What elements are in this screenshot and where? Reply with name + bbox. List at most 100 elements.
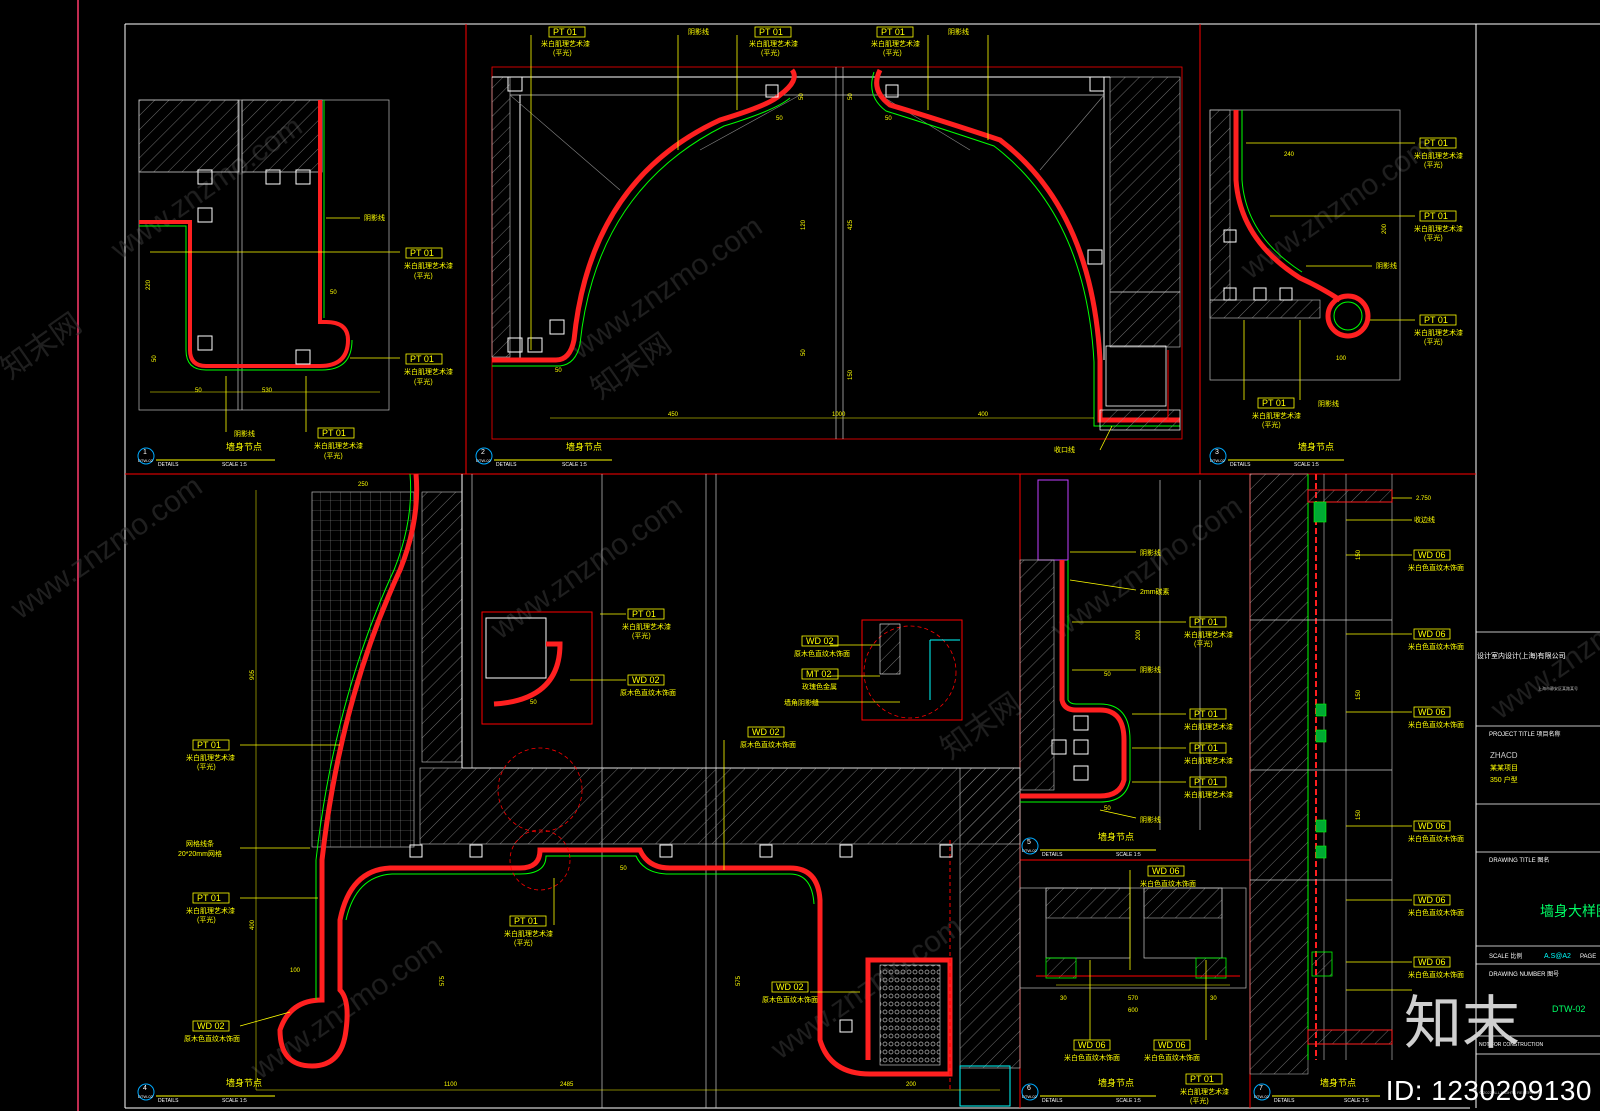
material-note: 米白肌理艺术漆 (541, 39, 590, 48)
panel-scale: SCALE 1:5 (222, 1098, 247, 1104)
material-note: 米白色直纹木饰面 (1408, 834, 1464, 843)
material-note: 2mm碳素 (1140, 587, 1170, 596)
panel-title-4: 4 DTW-02 墙身节点 DETAILS SCALE 1:5 (137, 1077, 275, 1104)
material-note: 米白肌理艺术漆 (504, 929, 553, 938)
material-tag: PT 01 (881, 27, 905, 37)
company-name: 设计室内设计(上海)有限公司 (1477, 651, 1566, 660)
watermark-text: www.znzmo.com (4, 470, 208, 627)
material-tag: PT 01 (322, 428, 346, 438)
material-tag: WD 06 (1418, 707, 1446, 717)
material-note: 米白肌理艺术漆 (1184, 790, 1233, 799)
material-note: 米白肌理艺术漆 (749, 39, 798, 48)
material-note: (平光) (761, 48, 780, 57)
material-note: (平光) (1424, 233, 1443, 242)
material-tag: PT 01 (1424, 315, 1448, 325)
material-note: 米白肌理艺术漆 (1414, 224, 1463, 233)
material-note: (平光) (1194, 639, 1213, 648)
dimension: 100 (1336, 356, 1347, 362)
material-note: 米白肌理艺术漆 (1184, 722, 1233, 731)
material-note: 收边线 (1414, 515, 1435, 524)
panel-number: 7 (1259, 1085, 1263, 1092)
dimension: 50 (330, 290, 337, 296)
material-note: (平光) (414, 271, 433, 280)
material-tag: PT 01 (553, 27, 577, 37)
dimension: 240 (1284, 152, 1295, 158)
project-area: 350 户型 (1490, 775, 1518, 784)
dimension: 150 (1356, 549, 1362, 560)
material-tag: PT 01 (197, 740, 221, 750)
panel-scale: SCALE 1:5 (1116, 852, 1141, 858)
material-tag: PT 01 (410, 248, 434, 258)
watermark-text: www.znzmo.com (484, 490, 688, 647)
znzmo-logo-watermark: 知末 (1404, 989, 1521, 1057)
dimension: 50 (195, 388, 202, 394)
panel-ref: DTW-02 (1022, 1094, 1038, 1099)
dimension: 50 (801, 349, 807, 356)
dimension: 50 (885, 116, 892, 122)
panel-title: 墙身节点 (1098, 1077, 1134, 1088)
drawing-name: 墙身大样图二 (1540, 903, 1600, 919)
dimension: 120 (801, 219, 807, 230)
material-tag: WD 06 (1078, 1040, 1106, 1050)
panel-details-label: DETAILS (496, 462, 517, 468)
watermark-brand: 知末网 (935, 687, 1028, 766)
drawing-number: DTW-02 (1552, 1004, 1585, 1014)
material-tag: WD 02 (806, 636, 834, 646)
material-note: 米白色直纹木饰面 (1140, 879, 1196, 888)
material-note: 阴影线 (1140, 665, 1161, 674)
dimension: 905 (250, 669, 256, 680)
watermark-text: www.znzmo.com (1484, 570, 1600, 727)
material-note: 原木色直纹木饰面 (184, 1034, 240, 1043)
material-note: 米白肌理艺术漆 (1180, 1087, 1229, 1096)
material-note: 原木色直纹木饰面 (762, 995, 818, 1004)
scale-value: A.S@A2 (1544, 953, 1571, 960)
material-tag: PT 01 (514, 916, 538, 926)
material-tag: WD 06 (1418, 629, 1446, 639)
material-note: 米白色直纹木饰面 (1064, 1053, 1120, 1062)
dimension: 150 (848, 369, 854, 380)
material-note: (平光) (197, 762, 216, 771)
material-note: 米白色直纹木饰面 (1408, 563, 1464, 572)
material-note: 米白肌理艺术漆 (1184, 630, 1233, 639)
dimension: 250 (358, 482, 369, 488)
dimension: 575 (440, 975, 446, 986)
dimension: 575 (736, 975, 742, 986)
material-note: 米白肌理艺术漆 (1252, 411, 1301, 420)
dimension: 400 (250, 919, 256, 930)
material-note: (平光) (632, 631, 651, 640)
material-note: 收口线 (1054, 445, 1075, 454)
material-note: 网格线条 (186, 839, 214, 848)
panel-title-1: 1 DTW-02 墙身节点 DETAILS SCALE 1:5 (137, 441, 275, 468)
panel-title-5: 5 DTW-02 墙身节点 DETAILS SCALE 1:5 (1021, 831, 1156, 858)
material-tag: WD 06 (1418, 957, 1446, 967)
material-tag: PT 01 (410, 354, 434, 364)
watermark-layer: www.znzmo.com www.znzmo.com www.znzmo.co… (0, 110, 1600, 1087)
material-tag: PT 01 (1194, 709, 1218, 719)
panel-title-7: 7 DTW-02 墙身节点 DETAILS SCALE 1:5 (1253, 1077, 1380, 1104)
dimension: 1000 (832, 412, 846, 418)
material-tag: PT 01 (759, 27, 783, 37)
panel-scale: SCALE 1:5 (562, 462, 587, 468)
material-note: (平光) (553, 48, 572, 57)
panel-details-label: DETAILS (1274, 1098, 1295, 1104)
panel-title-3: 3 DTW-02 墙身节点 DETAILS SCALE 1:5 (1209, 441, 1344, 468)
dimension: 30 (1210, 996, 1217, 1002)
watermark-text: www.znzmo.com (1234, 130, 1438, 287)
panel-title: 墙身节点 (1098, 831, 1134, 842)
material-note: 米白肌理艺术漆 (1414, 151, 1463, 160)
panel-ref: DTW-02 (1022, 848, 1038, 853)
image-id-watermark: ID: 1230209130 (1385, 1075, 1592, 1106)
material-tag: PT 01 (1424, 138, 1448, 148)
panel-scale: SCALE 1:5 (1116, 1098, 1141, 1104)
dimension: 50 (848, 93, 854, 100)
material-note: 20*20mm网格 (178, 849, 222, 858)
material-note: 米白肌理艺术漆 (1414, 328, 1463, 337)
panel-ref: DTW-02 (476, 458, 492, 463)
panel-ref: DTW-02 (138, 458, 154, 463)
panel-details-label: DETAILS (1230, 462, 1251, 468)
material-note: 原木色直纹木饰面 (740, 740, 796, 749)
material-tag: WD 02 (632, 675, 660, 685)
dimension: 200 (906, 1082, 917, 1088)
material-tag: WD 02 (776, 982, 804, 992)
dimension: 200 (1382, 223, 1388, 234)
